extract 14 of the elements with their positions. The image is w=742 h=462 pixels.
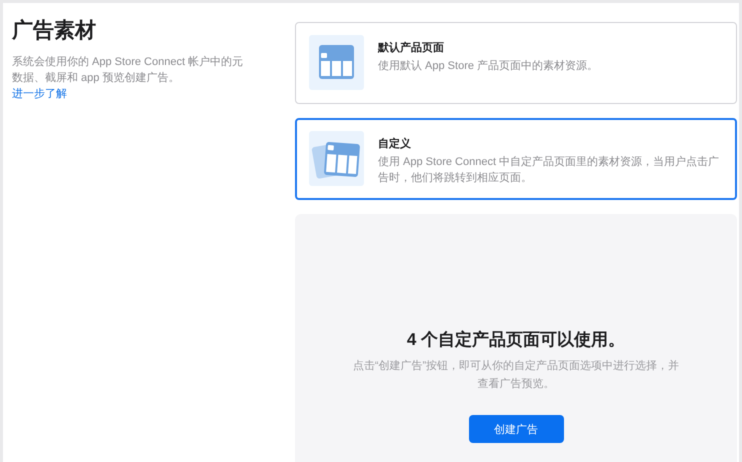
section-title: 广告素材	[12, 18, 97, 44]
learn-more-link[interactable]: 进一步了解	[12, 86, 67, 102]
option-description: 使用 App Store Connect 中自定产品页面里的素材资源，当用户点击广告时，他们将跳转到相应页面。	[378, 154, 720, 186]
option-card[interactable]: 自定义 使用 App Store Connect 中自定产品页面里的素材资源，当用户点击广告时，他们将跳转到相应页面。	[295, 118, 737, 200]
option-card[interactable]: 默认产品页面 使用默认 App Store 产品页面中的素材资源。	[295, 22, 737, 104]
option-description: 使用默认 App Store 产品页面中的素材资源。	[378, 58, 598, 74]
stacked-pages-icon	[309, 131, 364, 186]
option-title: 默认产品页面	[378, 40, 445, 56]
section-description: 系统会使用你的 App Store Connect 帐户中的元数据、截屏和 app 预览创建广告。	[12, 54, 244, 86]
create-ad-button[interactable]: 创建广告	[468, 415, 564, 443]
option-title: 自定义	[378, 136, 412, 152]
panel-description: 点击“创建广告”按钮，即可从你的自定产品页面选项中进行选择，并查看广告预览。	[352, 358, 680, 392]
panel-heading: 4 个自定产品页面可以使用。	[406, 329, 626, 351]
page-layout-icon	[309, 35, 364, 90]
